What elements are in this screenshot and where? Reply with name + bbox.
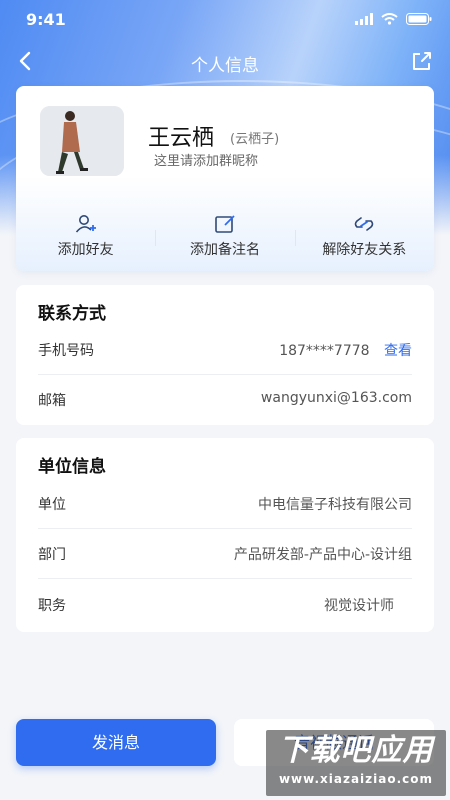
status-time: 9:41 xyxy=(26,10,66,29)
divider xyxy=(38,578,412,579)
signal-icon xyxy=(355,13,373,25)
position-label: 职务 xyxy=(38,598,66,614)
nav-bar: 个人信息 xyxy=(0,40,450,82)
org-section: 单位信息 单位 中电信量子科技有限公司 部门 产品研发部-产品中心-设计组 职务… xyxy=(16,438,434,632)
person-photo xyxy=(40,106,124,176)
watermark-line1: 下载吧应用 xyxy=(278,733,434,768)
company-value: 中电信量子科技有限公司 xyxy=(258,497,412,513)
add-friend-button[interactable]: 添加好友 xyxy=(16,214,155,264)
avatar[interactable] xyxy=(40,106,124,176)
unlink-icon xyxy=(355,217,374,231)
edit-note-icon xyxy=(215,215,235,233)
add-remark-label: 添加备注名 xyxy=(189,242,260,258)
phone-row: 手机号码 187****7778 查看 xyxy=(38,325,412,375)
user-nickname: (云栖子) xyxy=(230,132,280,147)
status-icons xyxy=(355,13,432,25)
add-user-icon xyxy=(75,215,96,233)
status-bar: 9:41 xyxy=(0,0,450,40)
company-row: 单位 中电信量子科技有限公司 xyxy=(38,479,412,529)
site-watermark: 下载吧应用 www.xiazaiziao.com xyxy=(266,730,446,796)
department-label: 部门 xyxy=(38,547,66,563)
remove-friend-label: 解除好友关系 xyxy=(322,242,407,258)
phone-value: 187****7778 xyxy=(279,343,370,359)
add-friend-label: 添加好友 xyxy=(57,242,114,258)
share-icon[interactable] xyxy=(410,49,434,73)
contact-title: 联系方式 xyxy=(38,304,106,324)
page-title: 个人信息 xyxy=(191,56,259,76)
company-label: 单位 xyxy=(38,497,66,513)
remove-friend-button[interactable]: 解除好友关系 xyxy=(294,214,434,264)
wifi-icon xyxy=(381,13,398,25)
watermark-line2: www.xiazaiziao.com xyxy=(278,772,434,786)
email-row: 邮箱 wangyunxi@163.com xyxy=(38,375,412,425)
add-remark-button[interactable]: 添加备注名 xyxy=(155,214,294,264)
position-row: 职务 视觉设计师 xyxy=(38,580,412,630)
org-title: 单位信息 xyxy=(38,457,106,477)
email-label: 邮箱 xyxy=(38,393,66,409)
contact-section: 联系方式 手机号码 187****7778 查看 邮箱 wangyunxi@16… xyxy=(16,285,434,425)
department-value: 产品研发部-产品中心-设计组 xyxy=(233,547,412,563)
email-value[interactable]: wangyunxi@163.com xyxy=(261,390,412,406)
phone-value-wrap: 187****7778 查看 xyxy=(279,340,412,360)
position-value: 视觉设计师 xyxy=(324,598,394,614)
profile-actions: 添加好友 添加备注名 解除好友关系 xyxy=(16,214,434,264)
view-phone-link[interactable]: 查看 xyxy=(384,343,412,359)
send-message-button[interactable]: 发消息 xyxy=(16,719,216,766)
profile-card: 王云栖 (云栖子) 这里请添加群昵称 添加好友 添加备注名 解除好友关系 xyxy=(16,86,434,271)
department-row: 部门 产品研发部-产品中心-设计组 xyxy=(38,529,412,579)
user-name: 王云栖 xyxy=(148,126,215,151)
group-nickname-hint[interactable]: 这里请添加群昵称 xyxy=(154,150,258,169)
phone-label: 手机号码 xyxy=(38,343,94,359)
battery-icon xyxy=(406,13,432,25)
